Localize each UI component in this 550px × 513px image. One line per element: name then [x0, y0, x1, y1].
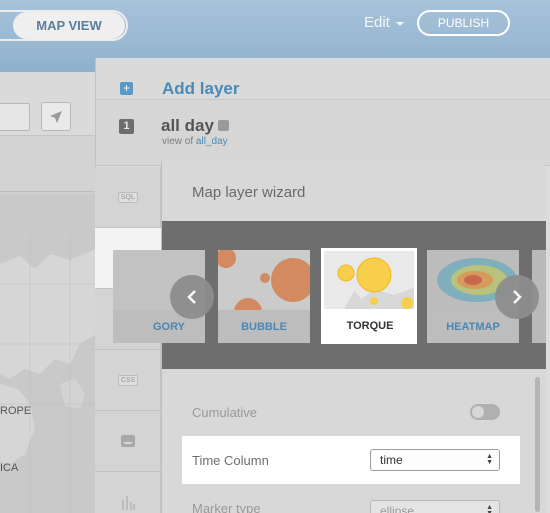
torque-thumbnail [324, 251, 414, 309]
select-updown-icon: ▲▼ [486, 453, 493, 466]
cumulative-label: Cumulative [192, 405, 258, 420]
viz-option-bubble[interactable]: BUBBLE [218, 250, 310, 343]
viz-option-label: BUBBLE [218, 310, 310, 343]
css-icon: CSS [117, 374, 139, 386]
toggle-knob [472, 406, 484, 418]
layer-number-badge: 1 [119, 119, 134, 134]
tab-sql[interactable]: SQL [95, 167, 161, 228]
option-row-time-column: Time Column time ▲ ▼ [182, 436, 520, 484]
publish-button[interactable]: PUBLISH [417, 10, 510, 36]
viz-option-torque[interactable]: TORQUE [321, 248, 417, 344]
bubble-thumbnail [218, 250, 310, 310]
add-layer-link[interactable]: Add layer [162, 79, 239, 99]
cumulative-toggle[interactable] [470, 404, 500, 420]
layer-options-icon[interactable] [218, 120, 229, 131]
chevron-left-icon [187, 290, 196, 304]
sql-icon: SQL [117, 191, 139, 203]
carousel-next-button[interactable] [495, 275, 539, 319]
options-scrollbar[interactable] [535, 377, 540, 512]
source-table-link[interactable]: all_day [196, 136, 228, 147]
map-layer-wizard: Map layer wizard GORY BUBBLE TORQUE HEAT… [113, 161, 546, 513]
chevron-right-icon [513, 290, 522, 304]
map-search-button[interactable] [41, 102, 71, 131]
carousel-prev-button[interactable] [170, 275, 214, 319]
layer-source: view of all_day [162, 136, 228, 147]
map-search-input[interactable] [0, 103, 30, 131]
option-row-cumulative: Cumulative [182, 391, 520, 433]
wizard-title: Map layer wizard [192, 184, 306, 201]
map-label-africa: ICA [0, 462, 19, 474]
legend-icon [121, 435, 135, 447]
time-column-value: time [380, 453, 403, 467]
visualization-carousel: GORY BUBBLE TORQUE HEATMAP [113, 221, 546, 369]
map-area[interactable] [0, 72, 96, 513]
tab-css[interactable]: CSS [95, 350, 161, 411]
map-search-bar [0, 136, 96, 192]
map-view-button[interactable]: MAP VIEW [13, 12, 125, 39]
edit-menu-label: Edit [364, 14, 390, 31]
view-of-label: view of [162, 136, 194, 147]
layer-name[interactable]: all day [161, 116, 214, 136]
viz-option-label: TORQUE [324, 309, 414, 341]
plus-icon: + [120, 82, 133, 95]
location-arrow-icon [50, 110, 62, 123]
option-row-marker-type: Marker type ellipse ▲▼ [182, 487, 520, 513]
torque-options: Cumulative Time Column time ▲ ▼ Marker ty… [162, 369, 546, 513]
time-column-label: Time Column [192, 453, 269, 468]
marker-type-select[interactable]: ellipse ▲▼ [370, 500, 500, 513]
edit-menu[interactable]: Edit [364, 14, 404, 31]
tab-filters[interactable] [95, 472, 161, 513]
time-column-select[interactable]: time ▲ ▼ [370, 449, 500, 471]
caret-down-icon [395, 21, 404, 26]
select-updown-icon: ▲▼ [486, 504, 493, 513]
marker-type-label: Marker type [192, 501, 261, 513]
tab-legend[interactable] [95, 411, 161, 472]
layer-header: 1 all day view of all_day [96, 100, 550, 166]
add-layer-row[interactable]: + Add layer [96, 58, 550, 100]
map-label-europe: ROPE [0, 405, 32, 417]
marker-type-value: ellipse [380, 504, 415, 513]
bar-chart-icon [122, 496, 135, 510]
